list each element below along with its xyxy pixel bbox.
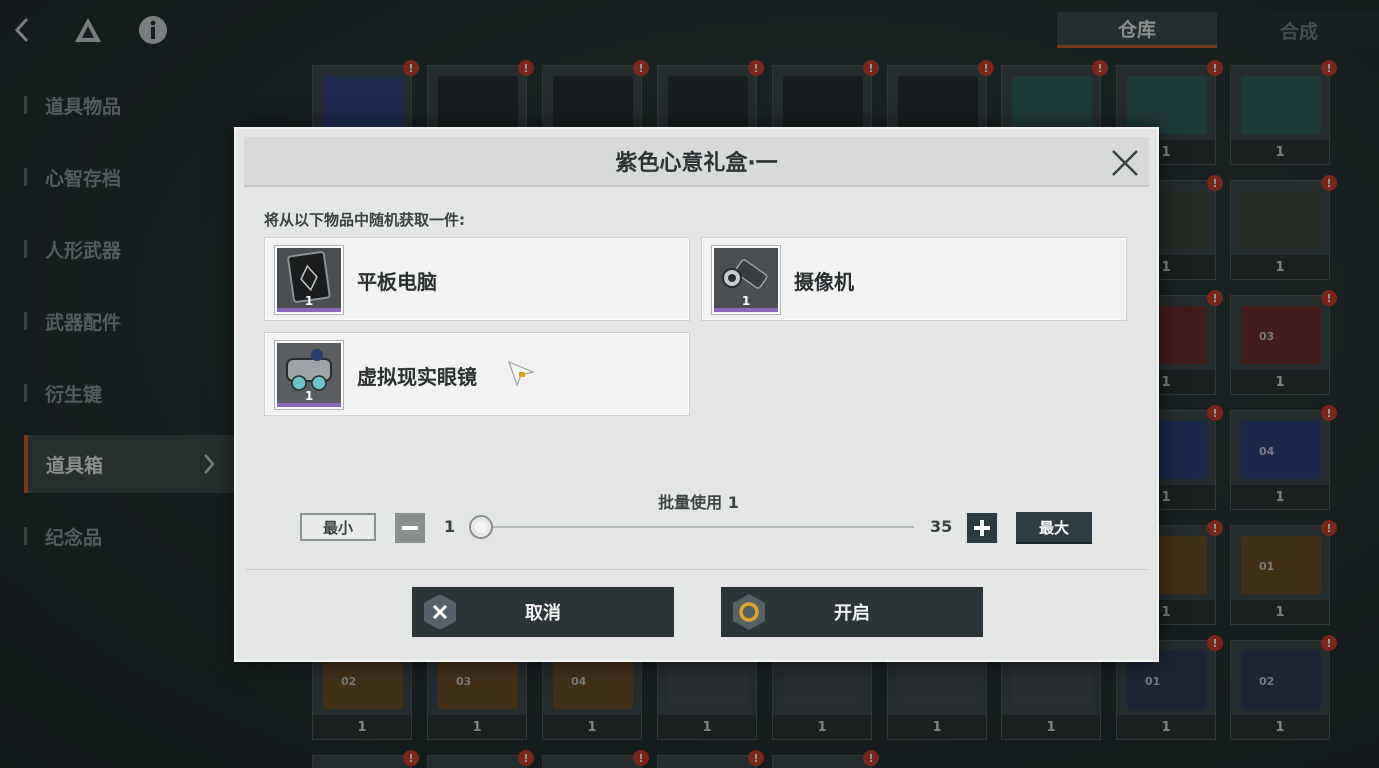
item-count: 1 <box>304 294 314 308</box>
cursor-icon <box>506 358 536 388</box>
quantity-slider-handle[interactable] <box>469 515 493 539</box>
cross-icon <box>422 593 458 631</box>
rarity-bar <box>277 308 341 312</box>
dialog-title: 紫色心意礼盒·一 <box>615 151 778 176</box>
gift-box-dialog: 紫色心意礼盒·一 将从以下物品中随机获取一件: 1 平板电脑 1 摄像机 1 虚… <box>234 127 1159 662</box>
increment-button[interactable] <box>967 513 997 543</box>
reward-option-vr-goggles[interactable]: 1 虚拟现实眼镜 <box>264 332 690 416</box>
option-name: 摄像机 <box>794 269 854 294</box>
game-screen: 仓库 合成 道具物品 心智存档 人形武器 武器配件 衍生键 道具箱 纪念品 ! … <box>0 0 1379 768</box>
rarity-bar <box>714 308 778 312</box>
slider-max-value: 35 <box>930 517 953 536</box>
batch-use-label: 批量使用 1 <box>658 493 739 512</box>
circle-icon <box>731 593 767 631</box>
minus-icon <box>402 526 418 530</box>
option-name: 平板电脑 <box>357 269 437 294</box>
dialog-subtitle: 将从以下物品中随机获取一件: <box>264 211 465 229</box>
camera-icon: 1 <box>711 245 781 315</box>
open-label: 开启 <box>834 603 870 624</box>
dialog-header: 紫色心意礼盒·一 <box>244 137 1149 187</box>
plus-icon <box>974 520 990 536</box>
open-button[interactable]: 开启 <box>721 587 983 637</box>
quantity-slider-track[interactable] <box>481 526 914 528</box>
min-button[interactable]: 最小 <box>300 513 376 541</box>
option-name: 虚拟现实眼镜 <box>357 364 477 389</box>
cancel-label: 取消 <box>525 603 561 624</box>
vr-goggles-icon: 1 <box>274 340 344 410</box>
reward-option-tablet[interactable]: 1 平板电脑 <box>264 237 690 321</box>
cancel-button[interactable]: 取消 <box>412 587 674 637</box>
slider-min-value: 1 <box>444 517 456 536</box>
item-count: 1 <box>304 389 314 403</box>
item-count: 1 <box>741 294 751 308</box>
rarity-bar <box>277 403 341 407</box>
decrement-button[interactable] <box>395 513 425 543</box>
dialog-divider <box>246 569 1147 570</box>
close-icon[interactable] <box>1109 147 1141 179</box>
max-button[interactable]: 最大 <box>1016 512 1092 542</box>
tablet-icon: 1 <box>274 245 344 315</box>
reward-option-camera[interactable]: 1 摄像机 <box>701 237 1127 321</box>
